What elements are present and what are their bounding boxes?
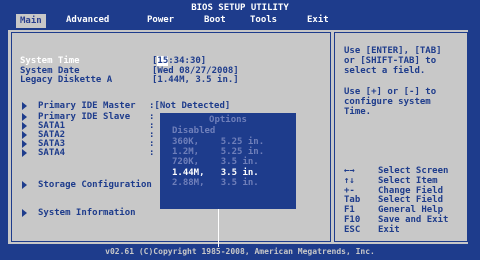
submenu-arrow-icon <box>22 122 27 130</box>
submenu-arrow-icon <box>22 181 27 189</box>
submenu-system-information[interactable]: System Information <box>38 209 136 218</box>
system-time-label[interactable]: System Time <box>20 57 80 66</box>
options-popup: Options Disabled 360K, 5.25 in. 1.2M, 5.… <box>160 113 296 209</box>
menu-tools[interactable]: Tools <box>250 15 277 25</box>
option-item[interactable]: Disabled <box>172 126 215 136</box>
key-desc: Exit <box>378 225 400 235</box>
system-time-value[interactable]: [15:34:30] <box>152 56 207 66</box>
help-line: configure system <box>344 97 431 107</box>
help-line: Use [+] or [-] to <box>344 87 437 97</box>
primary-ide-master-value: :[Not Detected] <box>149 101 231 111</box>
bios-screen: BIOS SETUP UTILITY Main Advanced Power B… <box>0 0 480 260</box>
options-popup-title: Options <box>209 115 247 125</box>
menu-exit[interactable]: Exit <box>307 15 329 25</box>
submenu-primary-ide-master[interactable]: Primary IDE Master <box>38 102 136 111</box>
key-tab: Tab <box>344 195 361 205</box>
key-f1: F1 <box>344 205 355 215</box>
key-desc: General Help <box>378 205 444 215</box>
key-desc: Save and Exit <box>378 215 449 225</box>
key-esc: ESC <box>344 225 361 235</box>
help-line: or [SHIFT-TAB] to <box>344 56 437 66</box>
menu-power[interactable]: Power <box>147 15 174 25</box>
submenu-storage-configuration[interactable]: Storage Configuration <box>38 181 152 190</box>
popup-connector-line <box>218 209 219 247</box>
option-item[interactable]: 720K, 3.5 in. <box>172 157 259 167</box>
submenu-arrow-icon <box>22 209 27 217</box>
option-item-selected[interactable]: 1.44M, 3.5 in. <box>172 168 259 178</box>
sata4-value: : <box>149 148 155 158</box>
time-rest: :34:30] <box>168 56 207 66</box>
legacy-diskette-value[interactable]: [1.44M, 3.5 in.] <box>152 76 239 85</box>
menu-boot[interactable]: Boot <box>204 15 226 25</box>
key-f10: F10 <box>344 215 361 225</box>
bios-title: BIOS SETUP UTILITY <box>191 3 289 13</box>
key-left-right-icon: ←→ <box>344 166 355 176</box>
menu-advanced[interactable]: Advanced <box>66 15 109 25</box>
help-line: select a field. <box>344 66 426 76</box>
submenu-arrow-icon <box>22 131 27 139</box>
help-line: Time. <box>344 107 372 117</box>
key-up-down-icon: ↑↓ <box>344 176 355 186</box>
key-desc: Select Item <box>378 176 438 186</box>
key-desc: Select Field <box>378 195 444 205</box>
submenu-arrow-icon <box>22 113 27 121</box>
copyright-footer: v02.61 (C)Copyright 1985-2008, American … <box>105 247 375 256</box>
submenu-arrow-icon <box>22 102 27 110</box>
submenu-arrow-icon <box>22 140 27 148</box>
option-item[interactable]: 1.2M, 5.25 in. <box>172 147 264 157</box>
key-desc: Select Screen <box>378 166 449 176</box>
menu-bar: Main Advanced Power Boot Tools Exit <box>0 13 480 29</box>
time-cursor[interactable]: 15 <box>157 56 169 66</box>
submenu-arrow-icon <box>22 149 27 157</box>
submenu-sata4[interactable]: SATA4 <box>38 149 65 158</box>
menu-main[interactable]: Main <box>16 14 46 28</box>
legacy-diskette-label[interactable]: Legacy Diskette A <box>20 76 112 85</box>
option-item[interactable]: 360K, 5.25 in. <box>172 137 264 147</box>
option-item[interactable]: 2.88M, 3.5 in. <box>172 178 259 188</box>
help-line: Use [ENTER], [TAB] <box>344 46 442 56</box>
